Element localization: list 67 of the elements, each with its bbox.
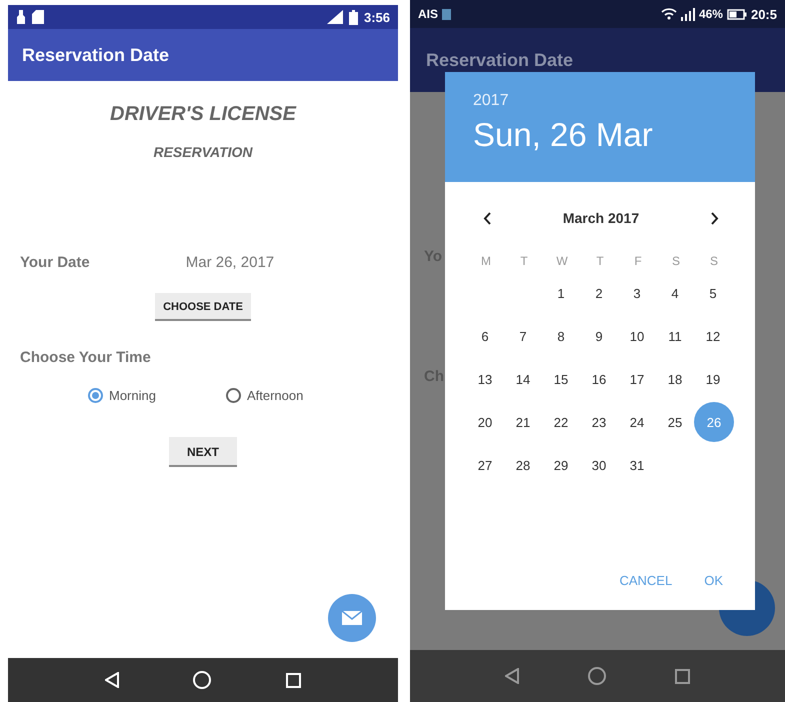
signal-icon [326, 10, 343, 24]
weekday-label: F [633, 254, 643, 268]
battery-icon [348, 10, 358, 24]
calendar-day[interactable]: 25 [657, 404, 693, 440]
calendar-day[interactable]: 1 [543, 275, 579, 311]
choose-date-button[interactable]: CHOOSE DATE [155, 293, 251, 321]
calendar-day[interactable]: 15 [543, 361, 579, 397]
calendar-day[interactable]: 22 [543, 404, 579, 440]
weekday-label: S [708, 254, 719, 268]
weekday-label: T [595, 254, 605, 268]
month-title: March 2017 [562, 210, 640, 226]
calendar-day[interactable]: 20 [467, 404, 503, 440]
radio-circle[interactable] [88, 388, 103, 403]
status-time: 3:56 [364, 10, 390, 24]
calendar-day[interactable]: 21 [505, 404, 541, 440]
date-value: Mar 26, 2017 [186, 254, 274, 271]
calendar-day[interactable]: 10 [619, 318, 655, 354]
calendar-day[interactable]: 2 [581, 275, 617, 311]
calendar-day[interactable]: 27 [467, 447, 503, 483]
calendar-day[interactable]: 5 [695, 275, 731, 311]
calendar-day[interactable]: 17 [619, 361, 655, 397]
calendar-day[interactable]: 16 [581, 361, 617, 397]
battery-icon [726, 8, 747, 20]
person-icon [16, 10, 26, 24]
calendar-day[interactable]: 31 [619, 447, 655, 483]
calendar-day[interactable]: 19 [695, 361, 731, 397]
signal-icon [680, 8, 695, 20]
carrier-name: AIS [418, 7, 438, 21]
battery-percent: 46% [698, 7, 723, 21]
wifi-icon [660, 8, 677, 20]
radio-option[interactable]: Afternoon [226, 388, 304, 403]
app-title: Reservation Date [22, 44, 170, 66]
date-label: Your Date [20, 254, 90, 271]
radio-option[interactable]: Morning [88, 388, 156, 403]
sd-card-icon [32, 10, 44, 24]
calendar-day[interactable]: 9 [581, 318, 617, 354]
calendar-day[interactable]: 4 [657, 275, 693, 311]
app-title: Reservation Date [426, 50, 574, 71]
weekday-label: T [519, 254, 529, 268]
calendar-day[interactable]: 7 [505, 318, 541, 354]
calendar-day[interactable]: 13 [467, 361, 503, 397]
next-button[interactable]: NEXT [168, 437, 237, 467]
calendar-day[interactable]: 6 [467, 318, 503, 354]
calendar-day[interactable]: 23 [581, 404, 617, 440]
subheading: RESERVATION [153, 144, 253, 160]
calendar-day[interactable]: 30 [581, 447, 617, 483]
sim-icon [442, 8, 452, 20]
calendar-day[interactable]: 12 [695, 318, 731, 354]
calendar-day[interactable]: 24 [619, 404, 655, 440]
email-fab[interactable] [328, 594, 376, 642]
calendar-day[interactable]: 29 [543, 447, 579, 483]
weekday-label: W [555, 254, 569, 268]
calendar-day[interactable]: 28 [505, 447, 541, 483]
calendar-day[interactable]: 8 [543, 318, 579, 354]
weekday-label: S [670, 254, 681, 268]
next-month-icon[interactable] [711, 212, 719, 224]
radio-circle[interactable] [226, 388, 241, 403]
heading: DRIVER'S LICENSE [110, 103, 296, 126]
calendar-day[interactable]: 3 [619, 275, 655, 311]
envelope-icon [342, 611, 362, 625]
previous-month-icon[interactable] [483, 212, 491, 224]
time-label: Choose Your Time [20, 349, 151, 366]
calendar-day[interactable]: 14 [505, 361, 541, 397]
status-time: 20:5 [750, 6, 777, 22]
calendar-day[interactable]: 11 [657, 318, 693, 354]
calendar-day[interactable]: 18 [657, 361, 693, 397]
weekday-label: M [480, 254, 492, 268]
